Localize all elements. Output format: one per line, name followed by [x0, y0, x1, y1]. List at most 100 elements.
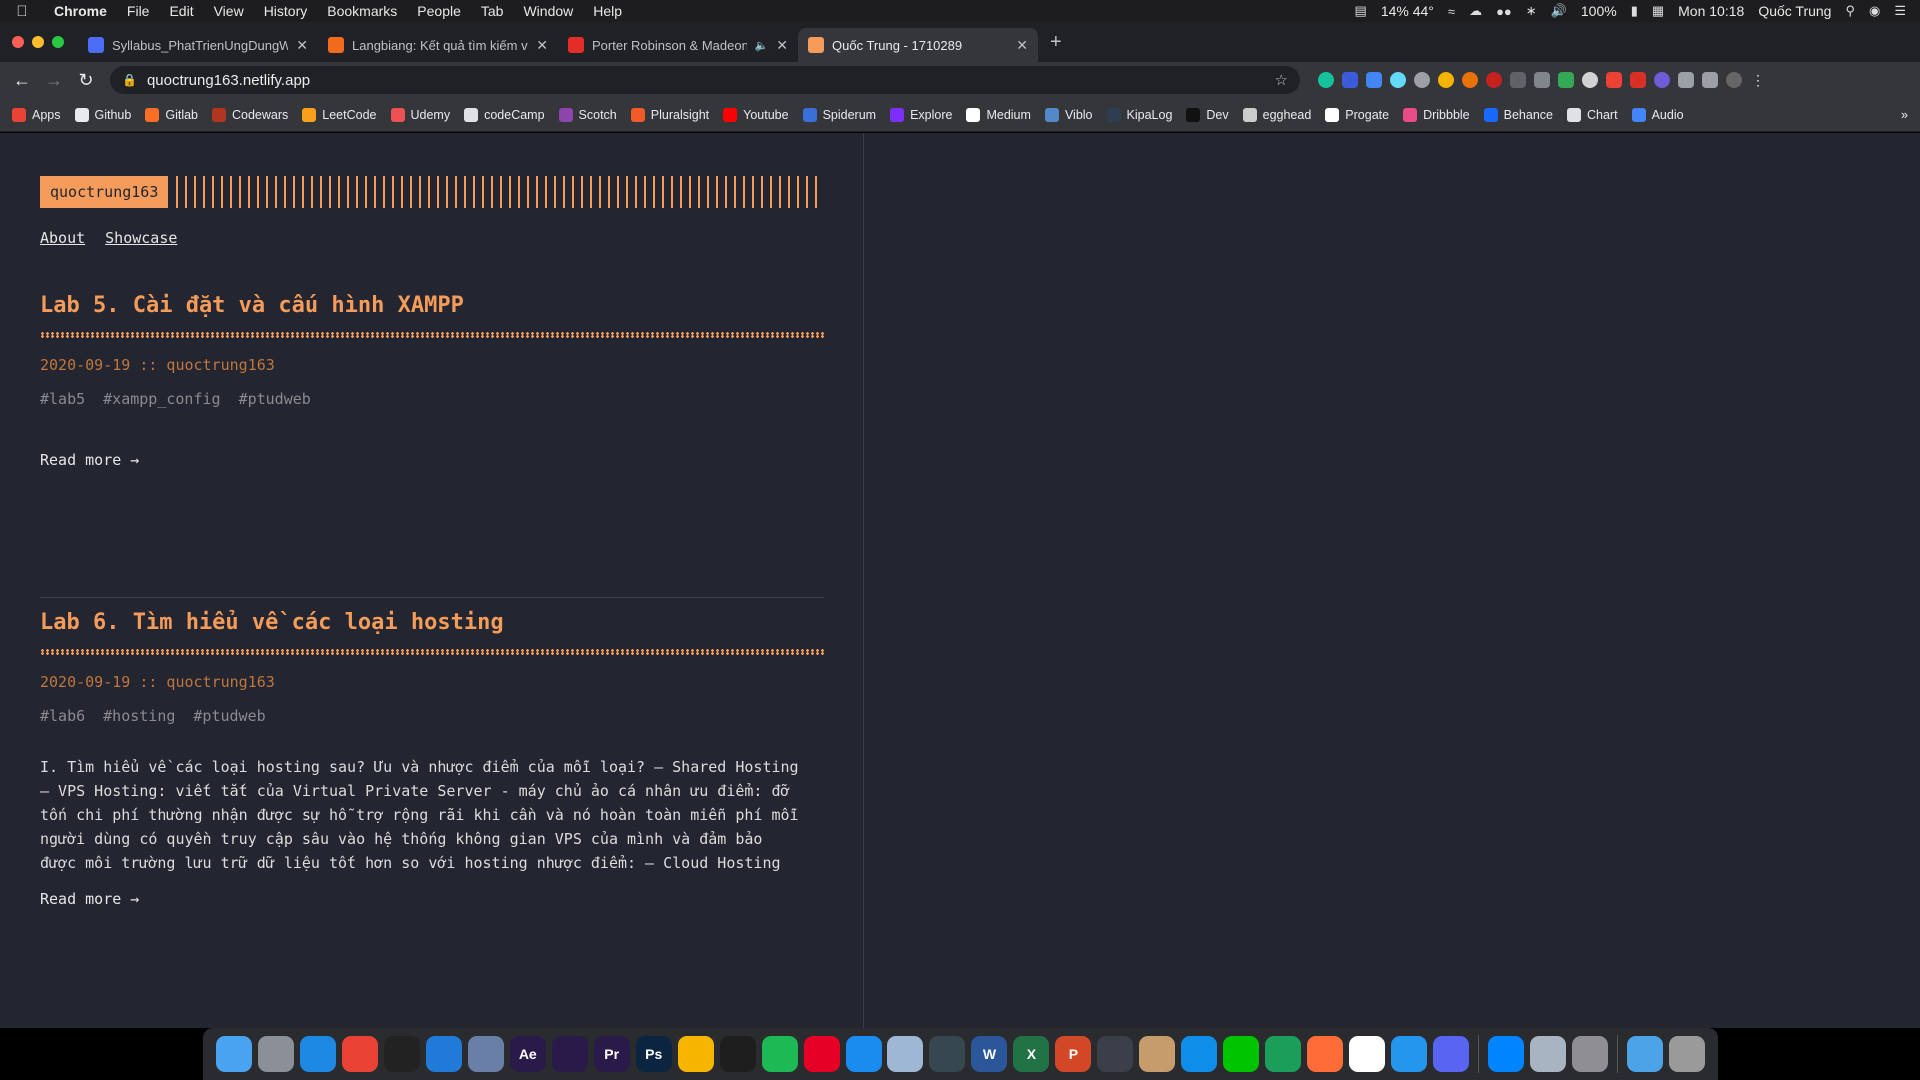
bookmark-codecamp[interactable]: codeCamp — [464, 107, 545, 122]
extension-icon[interactable] — [1510, 72, 1526, 88]
dock-discord[interactable] — [1430, 1033, 1472, 1075]
bookmarks-overflow-chevron-icon[interactable]: » — [1901, 108, 1908, 122]
menu-view[interactable]: View — [204, 3, 254, 19]
bookmark-explore[interactable]: Explore — [890, 107, 952, 122]
close-window-button[interactable] — [12, 36, 24, 48]
dock-mail[interactable] — [926, 1033, 968, 1075]
url-text[interactable]: quoctrung163.netlify.app — [147, 72, 1265, 89]
translate-extension-icon[interactable] — [1366, 72, 1382, 88]
menu-app-chrome[interactable]: Chrome — [44, 3, 117, 19]
dock-premiere-proj[interactable] — [549, 1033, 591, 1075]
user-name[interactable]: Quốc Trung — [1758, 3, 1831, 19]
dock-xcode-tool[interactable] — [465, 1033, 507, 1075]
battery-icon[interactable]: ▮ — [1631, 3, 1638, 19]
dots-icon[interactable]: ●● — [1496, 4, 1512, 19]
tag-link[interactable]: #hosting — [103, 707, 175, 725]
dock-trash[interactable] — [1666, 1033, 1708, 1075]
bookmark-kipalog[interactable]: KipaLog — [1106, 107, 1172, 122]
bookmark-dev[interactable]: Dev — [1186, 107, 1229, 122]
dock-powerpoint[interactable]: P — [1052, 1033, 1094, 1075]
dock-app-store[interactable] — [843, 1033, 885, 1075]
post-title[interactable]: Lab 6. Tìm hiểu về các loại hosting — [40, 610, 824, 635]
menu-bookmarks[interactable]: Bookmarks — [317, 3, 407, 19]
dock-vscode[interactable] — [423, 1033, 465, 1075]
bluetooth-icon[interactable]: ∗ — [1526, 3, 1537, 19]
dock-launchpad[interactable] — [255, 1033, 297, 1075]
back-arrow-icon[interactable]: ← — [8, 70, 36, 91]
tag-link[interactable]: #lab6 — [40, 707, 85, 725]
bookmark-progate[interactable]: Progate — [1325, 107, 1389, 122]
bookmark-codewars[interactable]: Codewars — [212, 107, 288, 122]
dock-line[interactable] — [1220, 1033, 1262, 1075]
extension-icon[interactable] — [1654, 72, 1670, 88]
extension-icon[interactable] — [1534, 72, 1550, 88]
dock-excel[interactable]: X — [1010, 1033, 1052, 1075]
dock-spotify[interactable] — [759, 1033, 801, 1075]
address-bar[interactable]: 🔒 quoctrung163.netlify.app ☆ — [110, 66, 1300, 94]
profile-avatar[interactable] — [1726, 72, 1742, 88]
bookmark-gitlab[interactable]: Gitlab — [145, 107, 198, 122]
bookmark-behance[interactable]: Behance — [1483, 107, 1553, 122]
bookmark-apps[interactable]: Apps — [12, 107, 61, 122]
dock-archive-utility[interactable] — [1136, 1033, 1178, 1075]
tab-quoc-trung[interactable]: Quốc Trung - 1710289 ✕ — [798, 28, 1038, 62]
extension-icon[interactable] — [1486, 72, 1502, 88]
notification-center-icon[interactable]: ☰ — [1894, 3, 1906, 19]
dock-safari[interactable] — [297, 1033, 339, 1075]
close-icon[interactable]: ✕ — [776, 37, 788, 54]
tag-link[interactable]: #ptudweb — [193, 707, 265, 725]
bookmark-youtube[interactable]: Youtube — [723, 107, 789, 122]
zoom-window-button[interactable] — [52, 36, 64, 48]
dock-sketch[interactable] — [675, 1033, 717, 1075]
shield-extension-icon[interactable] — [1606, 72, 1622, 88]
post-title[interactable]: Lab 5. Cài đặt và cấu hình XAMPP — [40, 293, 824, 318]
dock-after-effects[interactable]: Ae — [507, 1033, 549, 1075]
bookmark-pluralsight[interactable]: Pluralsight — [630, 107, 709, 122]
volume-icon[interactable]: 🔊 — [1551, 3, 1567, 19]
cloud-icon[interactable]: ☁ — [1469, 3, 1482, 19]
read-more-link[interactable]: Read more → — [40, 451, 139, 469]
menu-window[interactable]: Window — [513, 3, 583, 19]
extension-icon[interactable] — [1342, 72, 1358, 88]
dock-preview[interactable] — [885, 1033, 927, 1075]
extension-icon[interactable] — [1414, 72, 1430, 88]
bookmark-star-icon[interactable]: ☆ — [1275, 71, 1288, 89]
reload-icon[interactable]: ↻ — [72, 70, 100, 91]
dock-downloads-folder[interactable] — [1624, 1033, 1666, 1075]
close-icon[interactable]: ✕ — [296, 37, 308, 54]
react-devtools-icon[interactable] — [1390, 72, 1406, 88]
tag-link[interactable]: #xampp_config — [103, 390, 220, 408]
cpu-temp-readout[interactable]: 14% 44° — [1381, 3, 1434, 19]
bookmark-medium[interactable]: Medium — [966, 107, 1031, 122]
dock-postman[interactable] — [1304, 1033, 1346, 1075]
puzzle-extensions-icon[interactable] — [1678, 72, 1694, 88]
tab-porter-robinson[interactable]: Porter Robinson & Madeon 🔈 ✕ — [558, 28, 798, 62]
dock-photoshop[interactable]: Ps — [633, 1033, 675, 1075]
bookmark-dribbble[interactable]: Dribbble — [1403, 107, 1470, 122]
bookmark-udemy[interactable]: Udemy — [390, 107, 450, 122]
grammarly-extension-icon[interactable] — [1318, 72, 1334, 88]
extension-icon[interactable] — [1558, 72, 1574, 88]
dock-system-preferences[interactable] — [1569, 1033, 1611, 1075]
dock-netease-music[interactable] — [801, 1033, 843, 1075]
cpu-monitor-icon[interactable]: ▤ — [1355, 3, 1367, 19]
dock-chrome[interactable] — [339, 1033, 381, 1075]
bookmark-audio[interactable]: Audio — [1631, 107, 1684, 122]
calendar-icon[interactable]: ▦ — [1652, 3, 1664, 19]
dock-teamviewer[interactable] — [1178, 1033, 1220, 1075]
dock-docker[interactable] — [1388, 1033, 1430, 1075]
extension-icon[interactable] — [1462, 72, 1478, 88]
site-logo[interactable]: quoctrung163 — [40, 176, 169, 208]
bookmark-chart[interactable]: Chart — [1567, 107, 1618, 122]
spotlight-search-icon[interactable]: ⚲ — [1845, 3, 1855, 19]
nav-showcase-link[interactable]: Showcase — [105, 229, 177, 247]
menu-edit[interactable]: Edit — [159, 3, 203, 19]
siri-icon[interactable]: ◉ — [1869, 3, 1880, 19]
apple-icon[interactable]:  — [0, 3, 44, 20]
dock-slack[interactable] — [1346, 1033, 1388, 1075]
dock-figma[interactable] — [717, 1033, 759, 1075]
extension-icon[interactable] — [1582, 72, 1598, 88]
dock-finder[interactable] — [213, 1033, 255, 1075]
dock-word[interactable]: W — [968, 1033, 1010, 1075]
read-more-link[interactable]: Read more → — [40, 890, 139, 908]
